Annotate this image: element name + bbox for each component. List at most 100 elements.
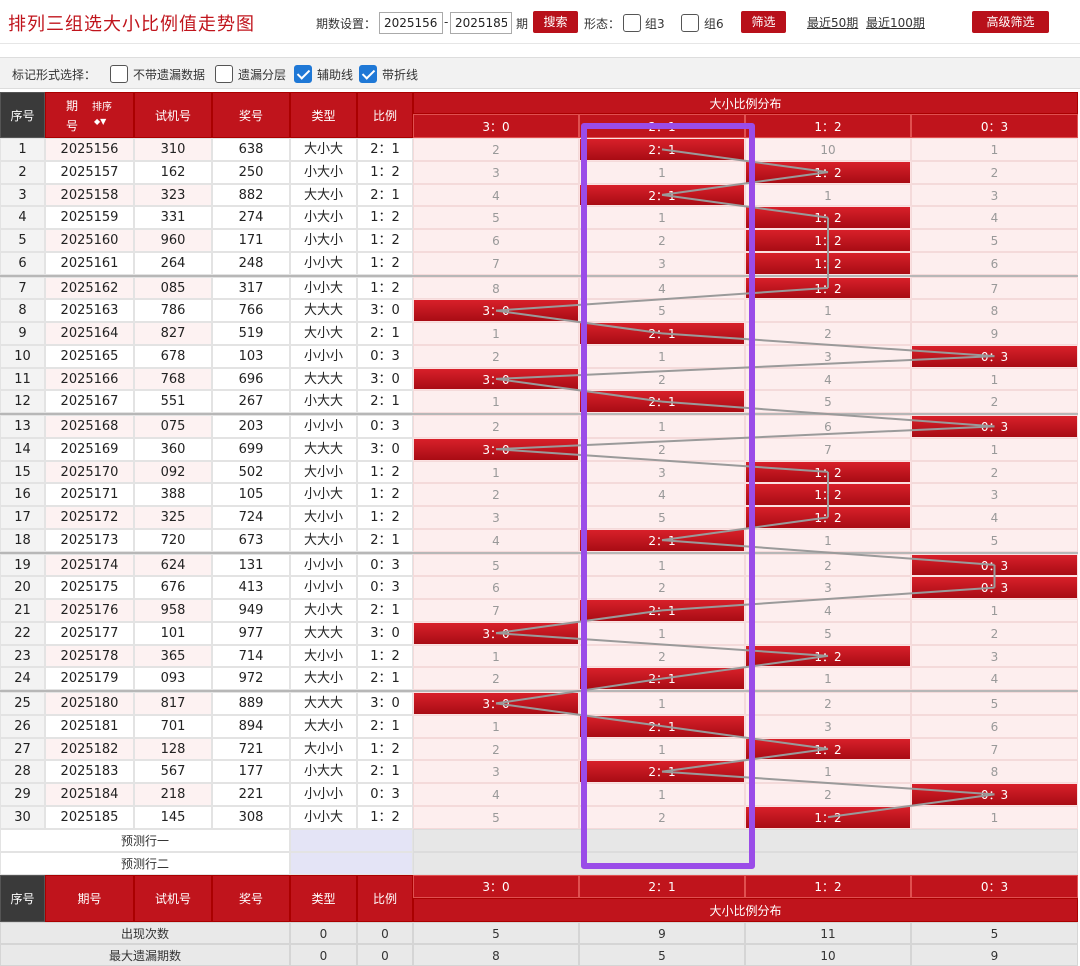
predict-row-dist[interactable] xyxy=(413,828,1078,852)
dist-miss-cell: 3 xyxy=(745,344,911,368)
group6-checkbox[interactable] xyxy=(681,14,699,32)
row-period: 2025165 xyxy=(45,344,134,368)
row-test-no: 960 xyxy=(134,229,212,252)
advanced-filter-button[interactable]: 高级筛选 xyxy=(972,11,1049,33)
row-seq: 13 xyxy=(0,415,45,438)
guide-line-checkbox[interactable] xyxy=(294,65,312,83)
filter-button[interactable]: 筛选 xyxy=(741,11,786,33)
dist-miss-cell: 3 xyxy=(579,460,745,484)
stat-dist: 11 xyxy=(745,921,911,944)
dist-miss-cell: 2 xyxy=(911,390,1078,413)
row-type: 小小大 xyxy=(290,276,357,300)
row-ratio: 2：1 xyxy=(357,138,413,161)
period-from-input[interactable] xyxy=(379,12,443,34)
dist-hit-cell: 0：3 xyxy=(911,576,1078,599)
row-period: 2025177 xyxy=(45,621,134,645)
row-seq: 25 xyxy=(0,692,45,715)
dist-miss-cell: 3 xyxy=(413,760,579,783)
dist-hit-cell: 3：0 xyxy=(413,367,579,391)
group3-checkbox[interactable] xyxy=(623,14,641,32)
group-separator xyxy=(0,690,1078,692)
top-bar: 排列三组选大小比例值走势图 期数设置： - 期 搜索 形态： 组3 组6 筛选 … xyxy=(0,0,1080,44)
dist-miss-cell: 4 xyxy=(911,667,1078,690)
dist-miss-cell: 6 xyxy=(413,576,579,599)
dist-hit-cell: 3：0 xyxy=(413,437,579,461)
no-miss-data-checkbox[interactable] xyxy=(110,65,128,83)
dist-miss-cell: 1 xyxy=(579,692,745,715)
polyline-checkbox[interactable] xyxy=(359,65,377,83)
predict-row-dist[interactable] xyxy=(413,851,1078,875)
dist-hit-cell: 1：2 xyxy=(745,644,911,668)
dist-miss-cell: 1 xyxy=(413,390,579,413)
predict-row-label[interactable]: 预测行一 xyxy=(0,828,290,852)
row-draw-no: 274 xyxy=(212,206,290,229)
stat-label: 出现次数 xyxy=(0,921,290,944)
stat-ratio: 0 xyxy=(357,921,413,944)
row-ratio: 1：2 xyxy=(357,276,413,300)
period-to-input[interactable] xyxy=(450,12,512,34)
row-ratio: 2：1 xyxy=(357,760,413,783)
stat-dist: 10 xyxy=(745,943,911,966)
dist-miss-cell: 2 xyxy=(413,415,579,438)
footer-dist-title: 大小比例分布 xyxy=(413,897,1078,922)
dist-miss-cell: 1 xyxy=(579,344,745,368)
row-period: 2025174 xyxy=(45,553,134,577)
dist-hit-cell: 1：2 xyxy=(745,206,911,229)
row-seq: 26 xyxy=(0,714,45,738)
recent-100-link[interactable]: 最近100期 xyxy=(866,14,925,31)
dist-miss-cell: 10 xyxy=(745,138,911,161)
dist-hit-cell: 0：3 xyxy=(911,344,1078,368)
group-separator xyxy=(0,413,1078,415)
period-dash: - xyxy=(444,15,449,29)
stat-type: 0 xyxy=(290,943,357,966)
dist-miss-cell: 7 xyxy=(413,251,579,275)
row-test-no: 365 xyxy=(134,644,212,668)
row-seq: 19 xyxy=(0,553,45,577)
row-test-no: 817 xyxy=(134,692,212,715)
miss-layer-checkbox[interactable] xyxy=(215,65,233,83)
dist-miss-cell: 3 xyxy=(911,183,1078,207)
header-test-no: 试机号 xyxy=(134,92,212,138)
dist-miss-cell: 4 xyxy=(745,599,911,622)
dist-miss-cell: 8 xyxy=(911,760,1078,783)
row-seq: 14 xyxy=(0,437,45,461)
row-draw-no: 131 xyxy=(212,553,290,577)
sort-arrows-icon[interactable]: ◆▼ xyxy=(94,113,106,131)
row-ratio: 2：1 xyxy=(357,599,413,622)
dist-miss-cell: 1 xyxy=(579,160,745,184)
row-period: 2025156 xyxy=(45,138,134,161)
row-ratio: 2：1 xyxy=(357,528,413,552)
dist-miss-cell: 1 xyxy=(413,714,579,738)
row-period: 2025185 xyxy=(45,805,134,829)
footer-dist-col-3: 1：2 xyxy=(745,874,911,898)
row-seq: 23 xyxy=(0,644,45,668)
row-period: 2025161 xyxy=(45,251,134,275)
search-button[interactable]: 搜索 xyxy=(533,11,578,33)
dist-miss-cell: 2 xyxy=(413,138,579,161)
row-ratio: 2：1 xyxy=(357,183,413,207)
group-separator xyxy=(0,551,1078,554)
footer-period: 期号 xyxy=(45,874,134,922)
dist-miss-cell: 1 xyxy=(911,599,1078,622)
recent-50-link[interactable]: 最近50期 xyxy=(807,14,858,31)
predict-row-label[interactable]: 预测行二 xyxy=(0,851,290,875)
header-type: 类型 xyxy=(290,92,357,138)
dist-hit-cell: 2：1 xyxy=(579,528,745,552)
group6-label: 组6 xyxy=(704,17,724,31)
row-draw-no: 714 xyxy=(212,644,290,668)
stat-dist: 5 xyxy=(911,921,1078,944)
polyline-label: 带折线 xyxy=(382,68,419,82)
row-seq: 29 xyxy=(0,783,45,806)
row-type: 大大大 xyxy=(290,299,357,322)
predict-row-input[interactable] xyxy=(290,828,413,852)
dist-hit-cell: 3：0 xyxy=(413,621,579,645)
row-seq: 18 xyxy=(0,528,45,552)
dist-miss-cell: 7 xyxy=(911,276,1078,300)
row-draw-no: 308 xyxy=(212,805,290,829)
row-test-no: 145 xyxy=(134,805,212,829)
row-test-no: 325 xyxy=(134,506,212,529)
predict-row-input[interactable] xyxy=(290,851,413,875)
row-test-no: 678 xyxy=(134,344,212,368)
row-seq: 12 xyxy=(0,390,45,413)
row-ratio: 0：3 xyxy=(357,344,413,368)
